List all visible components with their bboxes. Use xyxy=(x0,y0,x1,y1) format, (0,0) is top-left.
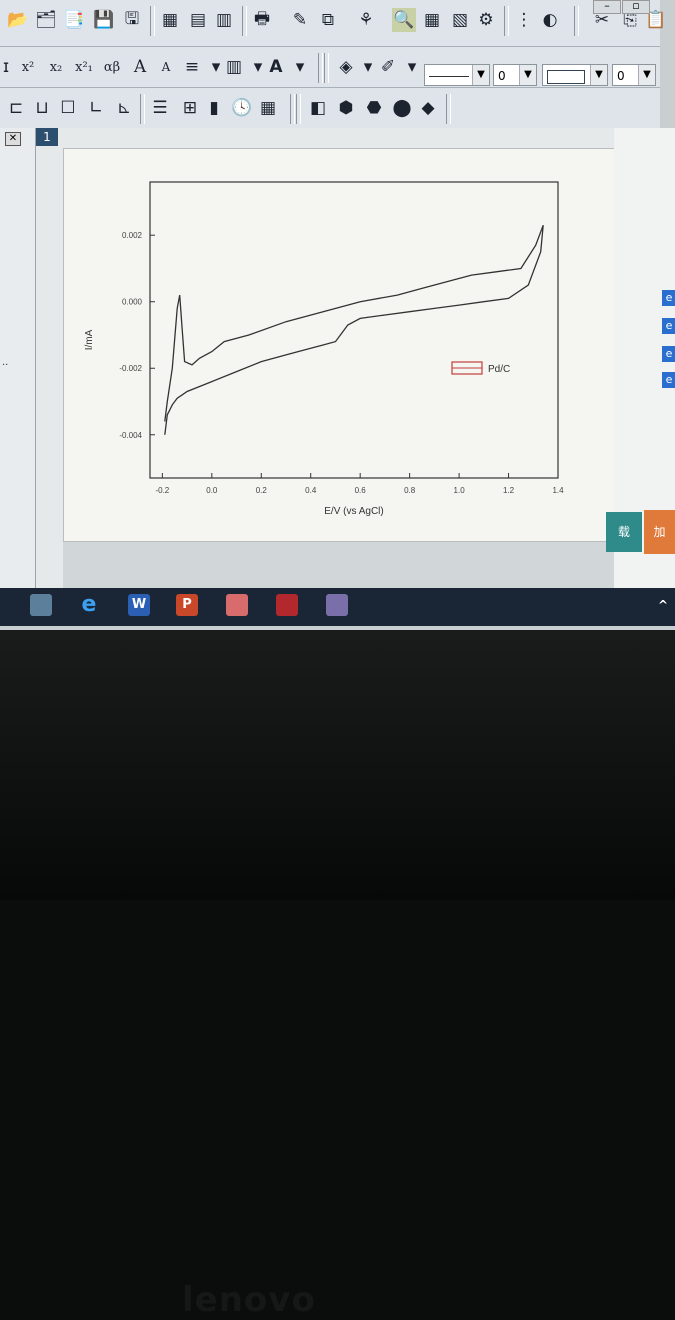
pdf-reader-icon[interactable] xyxy=(276,594,298,616)
y-tick-label: 0.002 xyxy=(122,231,143,240)
windows-taskbar: e W P ^ xyxy=(0,588,675,626)
x-tick-label: -0.2 xyxy=(155,486,169,495)
origin-app-icon[interactable] xyxy=(326,594,348,616)
chart-svg: -0.2 0.0 0.2 0.4 0.6 0.8 1.0 1.2 1.4 0.002 0.000 -0… xyxy=(84,181,564,517)
x-tick-label: 0.0 xyxy=(206,486,218,495)
x-tick-label: 0.6 xyxy=(355,486,367,495)
x-axis-label: E/V (vs AgCl) xyxy=(324,506,383,517)
x-tick-label: 0.2 xyxy=(256,486,268,495)
legend-label: Pd/C xyxy=(488,364,510,375)
x-tick-label: 0.8 xyxy=(404,486,416,495)
x-tick-label: 1.4 xyxy=(552,486,564,495)
x-tick-label: 0.4 xyxy=(305,486,317,495)
powerpoint-icon[interactable]: P xyxy=(176,594,198,616)
edge-browser-icon[interactable]: e xyxy=(78,594,100,616)
word-icon[interactable]: W xyxy=(128,594,150,616)
x-tick-label: 1.2 xyxy=(503,486,515,495)
y-axis-label: I/mA xyxy=(84,329,95,350)
laptop-bezel: lenovo xyxy=(0,630,675,1320)
y-tick-label: -0.002 xyxy=(119,364,142,373)
file-explorer-icon[interactable] xyxy=(30,594,52,616)
plot-frame xyxy=(149,181,559,479)
y-tick-label: -0.004 xyxy=(119,431,142,440)
x-tick-label: 1.0 xyxy=(454,486,466,495)
monitor-screen: 📂 🗂 📑 💾 🖫 ▦ ▤ ▥ 🖶 ✎ ⧉ ⚘ 🔍 ▦ ▧ ⚙ ⋮ ◐ ✂ ⎘ … xyxy=(0,0,675,630)
y-tick-label: 0.000 xyxy=(122,298,143,307)
app-icon[interactable] xyxy=(226,594,248,616)
laptop-logo: lenovo xyxy=(182,1280,316,1320)
series-line xyxy=(164,224,544,435)
chevron-up-icon[interactable]: ^ xyxy=(652,594,674,616)
